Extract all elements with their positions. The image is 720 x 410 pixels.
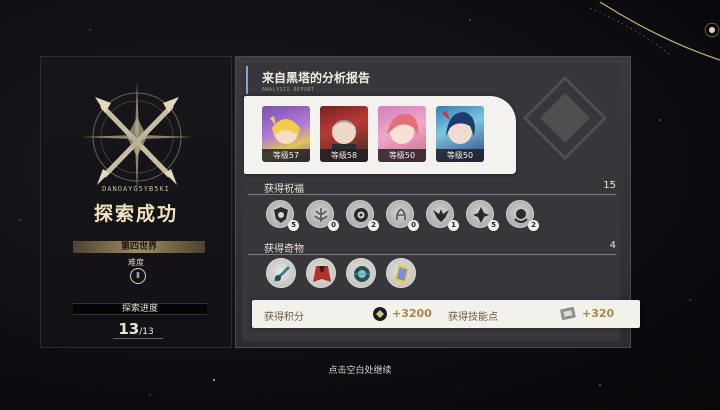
blessings-title: 获得祝福 xyxy=(264,184,304,195)
progress-label: 探索进度 xyxy=(73,303,207,315)
blessing-count: 5 xyxy=(488,220,499,231)
skill-points-value: +320 xyxy=(582,307,615,320)
rewards-bar: 获得积分 +3200 获得技能点 +320 xyxy=(252,300,640,328)
cloak-curio-icon xyxy=(313,266,331,282)
blessing-item[interactable]: 5 xyxy=(266,200,299,231)
blessing-count: 2 xyxy=(368,220,379,231)
tool-curio-icon xyxy=(274,266,290,282)
team-characters: 等级57 等级58 等级50 等级50 xyxy=(244,96,516,174)
blessing-item[interactable]: 2 xyxy=(506,200,539,231)
progress-total: /13 xyxy=(139,327,154,337)
blessing-count: 0 xyxy=(408,220,419,231)
score-coin-icon xyxy=(373,307,387,321)
character-level: 等级50 xyxy=(378,149,426,162)
progress-current: 13 xyxy=(118,320,140,338)
progress-count: 13/13 xyxy=(41,319,231,338)
curio-item[interactable] xyxy=(266,258,296,288)
skill-points-label: 获得技能点 xyxy=(448,312,498,323)
curios-title: 获得奇物 xyxy=(264,244,304,255)
blessing-item[interactable]: 0 xyxy=(386,200,419,231)
character-card[interactable]: 等级50 xyxy=(378,106,426,162)
score-value: +3200 xyxy=(392,307,432,320)
curio-item[interactable] xyxy=(386,258,416,288)
blessing-count: 2 xyxy=(528,220,539,231)
emblem-caption: DANOAYG5YB5KI xyxy=(102,185,170,193)
character-level: 等级50 xyxy=(436,149,484,162)
crossed-weapons-emblem xyxy=(81,81,193,193)
blessing-count: 1 xyxy=(448,220,459,231)
blessings-divider xyxy=(248,194,616,195)
report-subtitle: ANALYSIS REPORT xyxy=(262,87,315,93)
blessing-item[interactable]: 5 xyxy=(466,200,499,231)
difficulty-badge: Ⅱ xyxy=(130,268,146,284)
orb-curio-icon xyxy=(354,266,370,282)
curios-divider xyxy=(248,254,616,255)
report-title: 来自黑塔的分析报告 xyxy=(262,71,371,85)
world-label: 第四世界 xyxy=(73,241,205,253)
curios-count: 4 xyxy=(609,240,616,251)
character-level: 等级57 xyxy=(262,149,310,162)
character-card[interactable]: 等级57 xyxy=(262,106,310,162)
character-level: 等级58 xyxy=(320,149,368,162)
report-header: 来自黑塔的分析报告 ANALYSIS REPORT xyxy=(246,66,632,94)
curio-item[interactable] xyxy=(306,258,336,288)
result-title: 探索成功 xyxy=(93,203,178,225)
skill-ticket-icon xyxy=(560,306,576,321)
card-curio-icon xyxy=(394,263,410,285)
score-label: 获得积分 xyxy=(264,312,304,323)
character-card[interactable]: 等级58 xyxy=(320,106,368,162)
blessing-item[interactable]: 0 xyxy=(306,200,339,231)
blessing-count: 0 xyxy=(328,220,339,231)
blessings-count: 15 xyxy=(603,180,616,191)
difficulty-label: 难度 xyxy=(128,258,144,267)
curio-item[interactable] xyxy=(346,258,376,288)
result-panel: DANOAYG5YB5KI 探索成功 第四世界 难度 Ⅱ 探索进度 13/13 xyxy=(40,56,232,348)
blessing-item[interactable]: 2 xyxy=(346,200,379,231)
blessing-count: 5 xyxy=(288,220,299,231)
progress-underline xyxy=(113,338,163,339)
character-card[interactable]: 等级50 xyxy=(436,106,484,162)
continue-hint[interactable]: 点击空白处继续 xyxy=(0,363,720,376)
blessing-item[interactable]: 1 xyxy=(426,200,459,231)
